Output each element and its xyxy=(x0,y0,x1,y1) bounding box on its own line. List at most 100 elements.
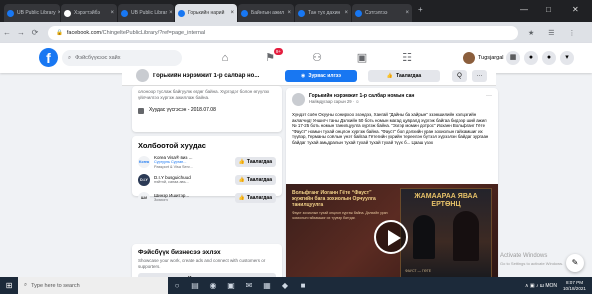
page-more-button[interactable]: ··· xyxy=(472,70,487,82)
url-domain: facebook.com xyxy=(66,29,102,36)
activate-title: Activate Windows xyxy=(500,253,548,259)
list-item-text: D.I.Y busguichuud нэйтэй, санаа авь... xyxy=(154,175,204,185)
file-explorer-icon[interactable]: ▤ xyxy=(186,281,204,290)
browser-tab[interactable]: Байнгын ажил × xyxy=(238,4,294,22)
poster-figure xyxy=(413,215,435,259)
mail-icon[interactable]: ✉ xyxy=(240,281,258,290)
page-logo: D.I.Y xyxy=(138,174,150,186)
gaming-icon[interactable]: ☷ xyxy=(400,51,414,65)
facebook-search-input[interactable]: ⌕ Фэйсбүүкээс хайх xyxy=(62,50,182,66)
close-window-button[interactable]: ✕ xyxy=(572,5,579,14)
url-field[interactable]: 🔒 facebook.com /ChingeltePublicLibrary/?… xyxy=(48,25,518,40)
post-author-avatar[interactable] xyxy=(292,93,305,106)
new-tab-button[interactable]: + xyxy=(418,5,423,14)
thumbs-up-icon: 👍 xyxy=(386,73,394,79)
list-item[interactable]: Korea Korea Visa® виз ... Сургууль Сурга… xyxy=(138,154,276,170)
facebook-icon xyxy=(355,9,362,17)
avatar xyxy=(463,52,475,64)
page-search-button[interactable]: Q xyxy=(452,70,467,82)
play-icon[interactable] xyxy=(374,220,408,254)
taskbar-search-input[interactable]: ⌕ Type here to search xyxy=(18,277,168,294)
list-item-text: Шинэр Ишитэр... Зохиогч xyxy=(154,193,204,203)
thumbs-up-icon: 👍 xyxy=(238,159,245,165)
video-title-text: Вольфганг Иоганн Гёте “Фауст” жүжгийн ба… xyxy=(292,190,376,208)
maximize-button[interactable]: □ xyxy=(546,5,551,14)
browser-tab[interactable]: Тан тух дахин × xyxy=(295,4,351,22)
pages-flag-icon[interactable]: ⚑ 9+ xyxy=(263,48,283,65)
related-pages-card: Холбоотой хуудас Korea Korea Visa® виз .… xyxy=(132,136,282,204)
close-tab-icon[interactable]: × xyxy=(56,10,60,16)
book-poster-image: ЖАМААРАА ЯВАА ЕРТӨНЦ ФАУСТ — ГӨТЕ xyxy=(400,188,492,278)
send-message-button[interactable]: ◉ Зурвас илгээ xyxy=(285,70,357,82)
store-icon[interactable]: ▣ xyxy=(222,281,240,290)
messenger-icon: ◉ xyxy=(300,73,306,79)
app-icon[interactable]: ◆ xyxy=(276,281,294,290)
video-text-block: Вольфганг Иоганн Гёте “Фауст” жүжгийн ба… xyxy=(292,190,388,220)
post-video[interactable]: Вольфганг Иоганн Гёте “Фауст” жүжгийн ба… xyxy=(286,184,498,288)
post-time[interactable]: Наймдугаар сарын 29 · ☺ xyxy=(309,99,414,104)
liked-button[interactable]: 👍 Таалагдаа xyxy=(368,70,440,82)
browser-tab[interactable]: Сэтгэлгээ × xyxy=(352,4,412,22)
page-category: нэйтэй, санаа авь... xyxy=(154,180,189,184)
back-icon[interactable]: ← xyxy=(0,28,14,37)
messenger-button[interactable]: ● xyxy=(524,51,538,65)
feed-post: Горькийн нэрэмжит 1-р салбар номын сан Н… xyxy=(286,88,498,288)
windows-start-icon[interactable]: ⊞ xyxy=(0,281,18,290)
minimize-button[interactable]: — xyxy=(520,5,528,14)
list-item[interactable]: D.I.Y D.I.Y busguichuud нэйтэй, санаа ав… xyxy=(138,172,276,188)
browser-tab[interactable]: Хэрэгтэйбэ × xyxy=(61,4,117,22)
reload-icon[interactable]: ⟳ xyxy=(28,28,42,37)
menu-grid-button[interactable]: ▦ xyxy=(506,51,520,65)
video-subtitle-text: Фауст зохиолын тухай онцлон хүргэж байна… xyxy=(292,211,388,220)
create-page-title: Фэйсбүүк бизнесээ эхлэх xyxy=(138,249,221,256)
screen: UB Public Library × Хэрэгтэйбэ × UB Public… xyxy=(0,0,592,294)
close-tab-icon[interactable]: × xyxy=(403,10,409,16)
close-tab-icon[interactable]: × xyxy=(285,10,291,16)
like-page-button[interactable]: 👍 Таалагдаа xyxy=(234,175,276,185)
profile-chip[interactable]: Tugsjargal xyxy=(463,51,503,65)
account-menu-button[interactable]: ▾ xyxy=(560,51,574,65)
page-created-row: Хуудас үүсгэсэн - 2018.07.08 xyxy=(138,108,276,114)
browser-tab[interactable]: UB Public Library × xyxy=(4,4,60,22)
app-icon[interactable]: ■ xyxy=(294,281,312,290)
tray-icons[interactable]: ∧ ▣ ♪ ш MON xyxy=(525,283,557,289)
about-text: олоноор туслаж байгуулж өгдөг байна. Хүр… xyxy=(138,89,270,100)
facebook-icon xyxy=(241,9,248,17)
close-tab-icon[interactable]: × xyxy=(342,10,348,16)
notifications-button[interactable]: ● xyxy=(542,51,556,65)
flag-icon xyxy=(138,108,144,114)
browser-tab-active[interactable]: Горькийн нарий × xyxy=(175,4,237,22)
tab-favicon-icon xyxy=(64,9,71,17)
page-title[interactable]: Горькийн нэрэмжит 1-р салбар но... xyxy=(153,73,263,79)
facebook-icon xyxy=(7,9,14,17)
watch-icon[interactable]: ▣ xyxy=(355,51,369,65)
facebook-icon xyxy=(121,9,128,17)
like-page-button[interactable]: 👍 Таалагдаа xyxy=(234,193,276,203)
pages-badge: 9+ xyxy=(273,48,283,55)
clock[interactable]: 8:07 PM 10/18/2021 xyxy=(563,280,586,292)
related-pages-title: Холбоотой хуудас xyxy=(138,141,206,150)
browser-tab[interactable]: UB Public Librar × xyxy=(118,4,174,22)
forward-icon[interactable]: → xyxy=(14,28,28,37)
groups-icon[interactable]: ⚇ xyxy=(310,51,324,65)
about-card: олоноор туслаж байгуулж өгдөг байна. Хүр… xyxy=(132,86,282,132)
page-name: Korea Visa® виз ... xyxy=(154,154,193,160)
close-tab-icon[interactable]: × xyxy=(228,10,234,16)
word-icon[interactable]: ▦ xyxy=(258,281,276,290)
close-tab-icon[interactable]: × xyxy=(167,10,173,16)
close-tab-icon[interactable]: × xyxy=(108,10,114,16)
like-page-button[interactable]: 👍 Таалагдаа xyxy=(234,157,276,167)
facebook-logo[interactable]: f xyxy=(39,48,58,67)
url-path: /ChingeltePublicLibrary/?ref=page_intern… xyxy=(101,29,206,36)
page-header: Горькийн нэрэмжит 1-р салбар но... ◉ Зур… xyxy=(122,66,496,86)
chrome-icon[interactable]: ◉ xyxy=(204,281,222,290)
post-menu-icon[interactable]: ··· xyxy=(486,93,492,99)
new-message-icon[interactable]: ✎ xyxy=(566,254,584,272)
clock-time: 8:07 PM xyxy=(565,279,584,285)
task-view-icon[interactable]: ○ xyxy=(168,281,186,290)
extensions-icon[interactable]: ★ ☰ ⋮ xyxy=(528,29,581,37)
list-item[interactable]: ШИ Шинэр Ишитэр... Зохиогч 👍 Таалагдаа xyxy=(138,190,276,206)
home-icon[interactable]: ⌂ xyxy=(218,51,232,65)
clock-date: 10/18/2021 xyxy=(563,285,586,291)
page-avatar[interactable] xyxy=(136,69,149,82)
